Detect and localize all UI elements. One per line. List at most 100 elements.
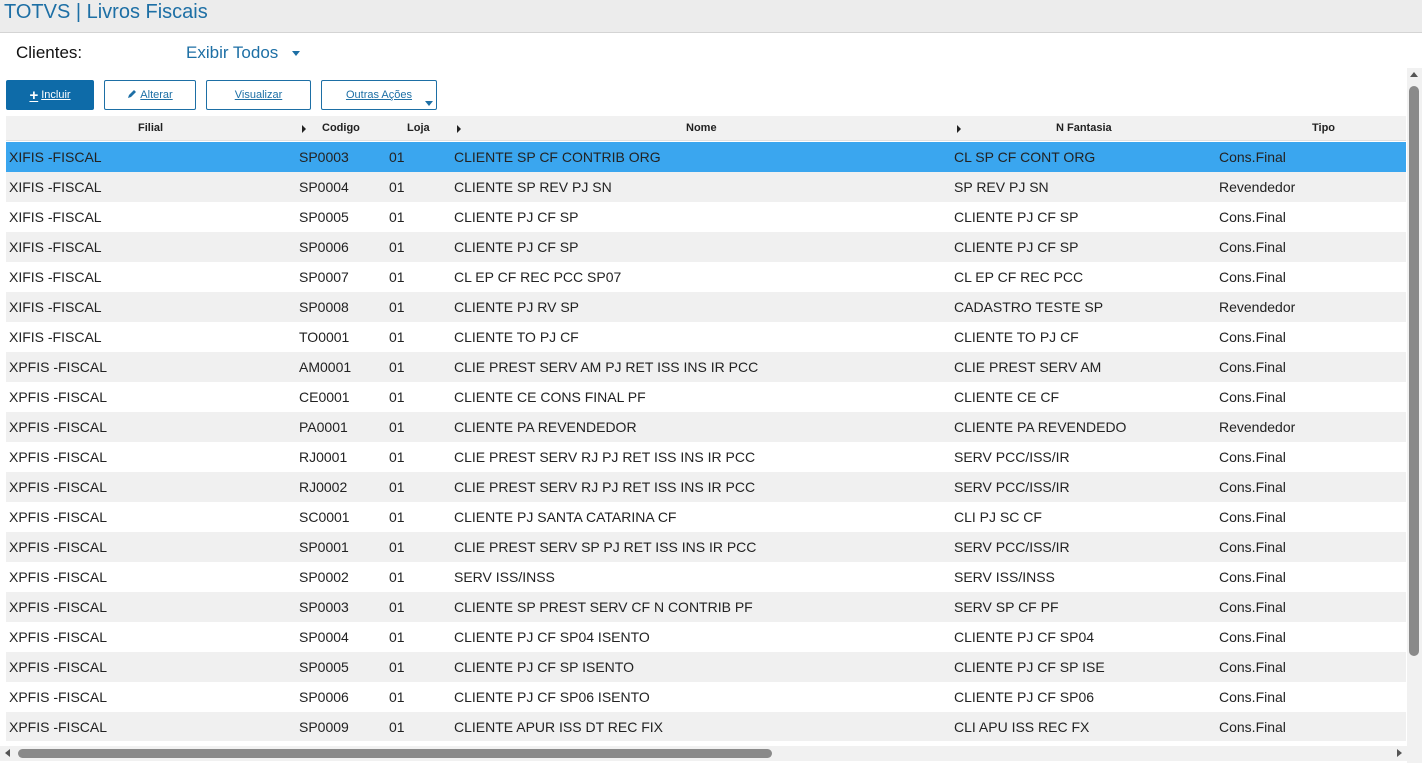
table-row[interactable]: XIFIS -FISCAL SP0008 01 CLIENTE PJ RV SP CAD… <box>6 292 1406 322</box>
cell-filial: XIFIS -FISCAL <box>9 179 102 195</box>
cell-fantasia: CLIENTE PJ CF SP06 <box>954 689 1095 705</box>
cell-loja: 01 <box>389 329 405 345</box>
cell-nome: CLIENTE PJ CF SP <box>454 239 579 255</box>
cell-nome: CLIENTE PJ RV SP <box>454 299 580 315</box>
cell-tipo: Cons.Final <box>1219 539 1286 555</box>
cell-tipo: Revendedor <box>1219 179 1296 195</box>
table-row[interactable]: XIFIS -FISCAL SP0006 01 CLIENTE PJ CF SP CLI… <box>6 232 1406 262</box>
cell-nome: CLIENTE TO PJ CF <box>454 329 579 345</box>
column-header-codigo[interactable]: Codigo <box>300 116 390 141</box>
cell-fantasia: CLIENTE TO PJ CF <box>954 329 1079 345</box>
app-title: TOTVS | Livros Fiscais <box>4 1 208 23</box>
cell-nome: SERV ISS/INSS <box>454 569 555 585</box>
cell-nome: CLIENTE CE CONS FINAL PF <box>454 389 646 405</box>
cell-codigo: RJ0002 <box>299 479 348 495</box>
table-row[interactable]: XPFIS -FISCAL SP0003 01 CLIENTE SP PREST SE… <box>6 592 1406 622</box>
horizontal-scrollbar[interactable] <box>0 746 1407 761</box>
scroll-right-icon[interactable] <box>1397 749 1402 757</box>
outras-acoes-label: Outras Ações <box>345 89 413 101</box>
column-header-tipo[interactable]: Tipo <box>1312 116 1335 141</box>
table-row[interactable]: XPFIS -FISCAL SP0004 01 CLIENTE PJ CF SP04 … <box>6 622 1406 652</box>
visualizar-button[interactable]: Visualizar <box>206 80 311 110</box>
column-header-loja[interactable]: Loja <box>407 116 430 141</box>
cell-nome: CLIENTE PJ SANTA CATARINA CF <box>454 509 677 525</box>
table-row[interactable]: XIFIS -FISCAL SP0003 01 CLIENTE SP CF CONTR… <box>6 142 1406 172</box>
table-row[interactable]: XPFIS -FISCAL RJ0001 01 CLIE PREST SERV RJ … <box>6 442 1406 472</box>
cell-nome: CLIENTE SP CF CONTRIB ORG <box>454 149 661 165</box>
cell-filial: XPFIS -FISCAL <box>9 509 108 525</box>
cell-loja: 01 <box>389 479 405 495</box>
cell-tipo: Cons.Final <box>1219 629 1286 645</box>
column-header-nome[interactable]: Nome <box>454 116 954 141</box>
scroll-left-icon[interactable] <box>5 749 10 757</box>
cell-codigo: PA0001 <box>299 419 348 435</box>
table-row[interactable]: XPFIS -FISCAL SP0006 01 CLIENTE PJ CF SP06 … <box>6 682 1406 712</box>
cell-filial: XPFIS -FISCAL <box>9 689 108 705</box>
cell-fantasia: CLIENTE PJ CF SP ISE <box>954 659 1105 675</box>
cell-nome: CLIE PREST SERV RJ PJ RET ISS INS IR PCC <box>454 479 756 495</box>
table-row[interactable]: XIFIS -FISCAL SP0004 01 CLIENTE SP REV PJ S… <box>6 172 1406 202</box>
cell-fantasia: SERV SP CF PF <box>954 599 1059 615</box>
filter-select[interactable]: Exibir Todos <box>186 43 301 63</box>
cell-loja: 01 <box>389 149 405 165</box>
alterar-button[interactable]: Alterar <box>104 80 196 110</box>
cell-filial: XPFIS -FISCAL <box>9 629 108 645</box>
table-row[interactable]: XPFIS -FISCAL SP0005 01 CLIENTE PJ CF SP IS… <box>6 652 1406 682</box>
cell-nome: CL EP CF REC PCC SP07 <box>454 269 622 285</box>
filter-label: Clientes: <box>16 43 83 62</box>
cell-tipo: Cons.Final <box>1219 269 1286 285</box>
table-row[interactable]: XPFIS -FISCAL SC0001 01 CLIENTE PJ SANTA CA… <box>6 502 1406 532</box>
cell-codigo: CE0001 <box>299 389 350 405</box>
caret-right-icon <box>957 125 961 133</box>
table-row[interactable]: XPFIS -FISCAL SP0002 01 SERV ISS/INSS SERV I… <box>6 562 1406 592</box>
cell-filial: XPFIS -FISCAL <box>9 449 108 465</box>
cell-codigo: SP0003 <box>299 599 349 615</box>
cell-codigo: SP0005 <box>299 659 349 675</box>
main-panel: Clientes: Exibir Todos + Incluir Alterar … <box>0 32 1422 763</box>
table-row[interactable]: XIFIS -FISCAL SP0007 01 CL EP CF REC PCC SP… <box>6 262 1406 292</box>
outras-acoes-button[interactable]: Outras Ações <box>321 80 437 110</box>
table-row[interactable]: XPFIS -FISCAL CE0001 01 CLIENTE CE CONS FIN… <box>6 382 1406 412</box>
table-row[interactable]: XPFIS -FISCAL RJ0002 01 CLIE PREST SERV RJ … <box>6 472 1406 502</box>
table-row[interactable]: XIFIS -FISCAL TO0001 01 CLIENTE TO PJ CF CLI… <box>6 322 1406 352</box>
cell-codigo: SP0001 <box>299 539 349 555</box>
vertical-scrollbar[interactable] <box>1407 68 1422 763</box>
visualizar-label: Visualizar <box>234 89 283 101</box>
plus-icon: + <box>29 86 39 104</box>
table-row[interactable]: XPFIS -FISCAL AM0001 01 CLIE PREST SERV AM … <box>6 352 1406 382</box>
cell-fantasia: CLIENTE PJ CF SP <box>954 209 1079 225</box>
filter-select-value: Exibir Todos <box>186 43 279 62</box>
cell-codigo: SP0006 <box>299 239 349 255</box>
cell-loja: 01 <box>389 209 405 225</box>
cell-filial: XPFIS -FISCAL <box>9 569 108 585</box>
cell-loja: 01 <box>389 419 405 435</box>
table-header: Filial Codigo Loja Nome N Fantasia Tipo <box>6 116 1406 141</box>
cell-fantasia: SERV PCC/ISS/IR <box>954 479 1070 495</box>
cell-codigo: RJ0001 <box>299 449 348 465</box>
horizontal-scroll-thumb[interactable] <box>18 749 772 758</box>
table-row[interactable]: XPFIS -FISCAL SP0009 01 CLIENTE APUR ISS DT… <box>6 712 1406 741</box>
cell-codigo: AM0001 <box>299 359 352 375</box>
column-header-fantasia-label: N Fantasia <box>1056 122 1112 134</box>
cell-nome: CLIENTE APUR ISS DT REC FIX <box>454 719 664 735</box>
column-header-fantasia[interactable]: N Fantasia <box>954 116 1214 141</box>
cell-codigo: SP0008 <box>299 299 349 315</box>
incluir-button[interactable]: + Incluir <box>6 80 94 110</box>
cell-loja: 01 <box>389 689 405 705</box>
cell-fantasia: CLI APU ISS REC FX <box>954 719 1090 735</box>
scroll-up-icon[interactable] <box>1410 72 1418 77</box>
cell-tipo: Cons.Final <box>1219 209 1286 225</box>
table-row[interactable]: XPFIS -FISCAL PA0001 01 CLIENTE PA REVENDED… <box>6 412 1406 442</box>
cell-filial: XPFIS -FISCAL <box>9 599 108 615</box>
cell-filial: XIFIS -FISCAL <box>9 209 102 225</box>
cell-filial: XIFIS -FISCAL <box>9 329 102 345</box>
cell-loja: 01 <box>389 509 405 525</box>
cell-loja: 01 <box>389 299 405 315</box>
cell-fantasia: CLIENTE CE CF <box>954 389 1060 405</box>
table-row[interactable]: XPFIS -FISCAL SP0001 01 CLIE PREST SERV SP … <box>6 532 1406 562</box>
table-row[interactable]: XIFIS -FISCAL SP0005 01 CLIENTE PJ CF SP CLI… <box>6 202 1406 232</box>
cell-loja: 01 <box>389 179 405 195</box>
incluir-label: Incluir <box>41 89 71 101</box>
column-header-filial[interactable]: Filial <box>138 116 163 141</box>
vertical-scroll-thumb[interactable] <box>1409 86 1419 656</box>
